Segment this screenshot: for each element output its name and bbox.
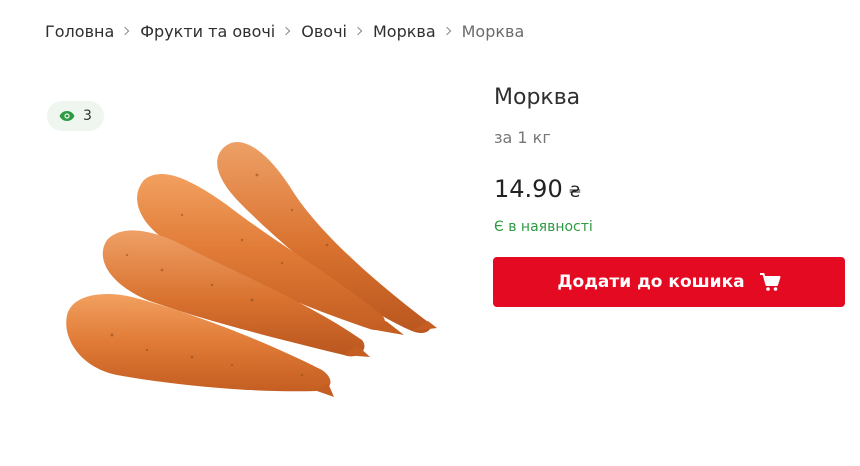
- add-to-cart-button[interactable]: Додати до кошика: [493, 257, 845, 307]
- eye-icon: [59, 110, 75, 122]
- chevron-right-icon: [275, 18, 301, 46]
- price-value: 14.90: [494, 175, 563, 203]
- product-price: 14.90 ₴: [494, 172, 581, 209]
- breadcrumb-home[interactable]: Головна: [45, 18, 114, 46]
- chevron-right-icon: [436, 18, 462, 46]
- product-image: [52, 135, 442, 420]
- breadcrumb-vegetables[interactable]: Овочі: [301, 18, 347, 46]
- breadcrumb-current: Морква: [461, 22, 525, 41]
- product-title: Морква: [494, 85, 581, 110]
- add-to-cart-label: Додати до кошика: [557, 272, 745, 292]
- breadcrumb-fruits-vegetables[interactable]: Фрукти та овочі: [140, 18, 275, 46]
- chevron-right-icon: [347, 18, 373, 46]
- breadcrumb: Головна Фрукти та овочі Овочі Морква Мор…: [45, 18, 524, 46]
- product-unit: за 1 кг: [494, 128, 551, 147]
- breadcrumb-carrot-category[interactable]: Морква: [373, 18, 436, 46]
- views-count: 3: [83, 108, 92, 124]
- cart-icon: [759, 272, 781, 292]
- currency-symbol: ₴: [568, 182, 582, 201]
- availability-status: Є в наявності: [494, 219, 593, 235]
- chevron-right-icon: [114, 18, 140, 46]
- views-badge: 3: [47, 101, 104, 131]
